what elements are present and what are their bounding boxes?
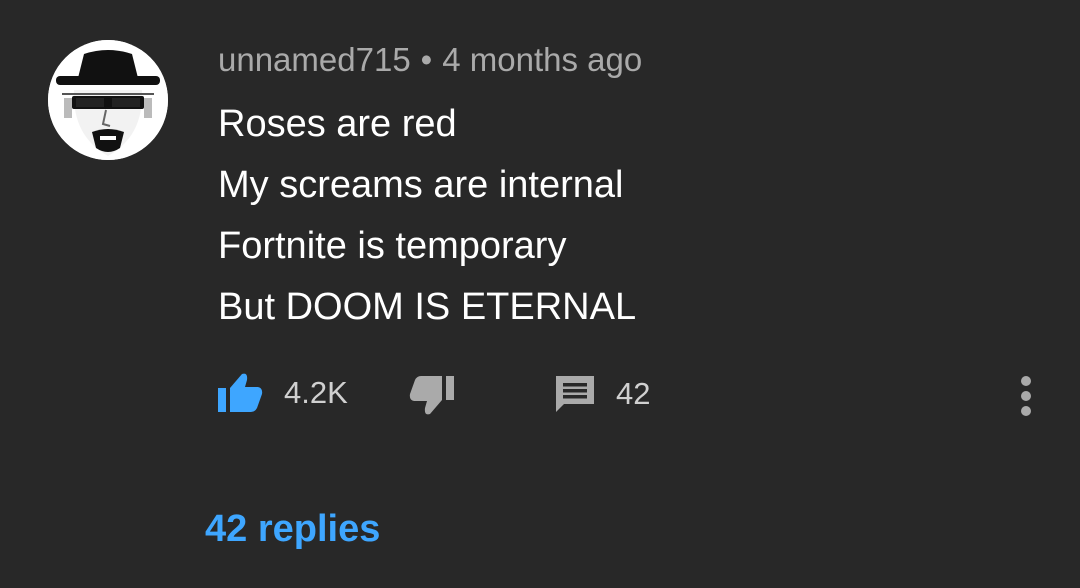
comment-line: My screams are internal: [218, 164, 624, 206]
reply-count: 42: [616, 376, 651, 411]
author-name[interactable]: unnamed715: [218, 41, 411, 78]
meta-separator: •: [420, 41, 433, 78]
comment-icon: [556, 376, 594, 412]
view-replies-link[interactable]: 42 replies: [205, 508, 380, 551]
avatar-image: [48, 40, 168, 160]
like-button[interactable]: 4.2K: [216, 370, 348, 416]
comment-line: Roses are red: [218, 103, 457, 145]
thumbs-down-icon: [409, 376, 454, 415]
comment-line: Fortnite is temporary: [218, 225, 567, 267]
dislike-button[interactable]: [408, 374, 456, 420]
more-vert-icon: [1021, 376, 1031, 416]
comment-line: But DOOM IS ETERNAL: [218, 286, 637, 328]
reply-button[interactable]: 42: [554, 374, 650, 414]
comment-header: unnamed715 • 4 months ago: [218, 40, 642, 80]
comment-text: Roses are red My screams are internal Fo…: [218, 94, 636, 338]
thumbs-up-icon: [218, 373, 263, 412]
like-count: 4.2K: [284, 375, 348, 410]
comment-timestamp: 4 months ago: [442, 41, 643, 78]
more-options-button[interactable]: [1006, 374, 1046, 418]
avatar[interactable]: [48, 40, 168, 160]
comment-actions: 4.2K 42: [0, 368, 1080, 424]
